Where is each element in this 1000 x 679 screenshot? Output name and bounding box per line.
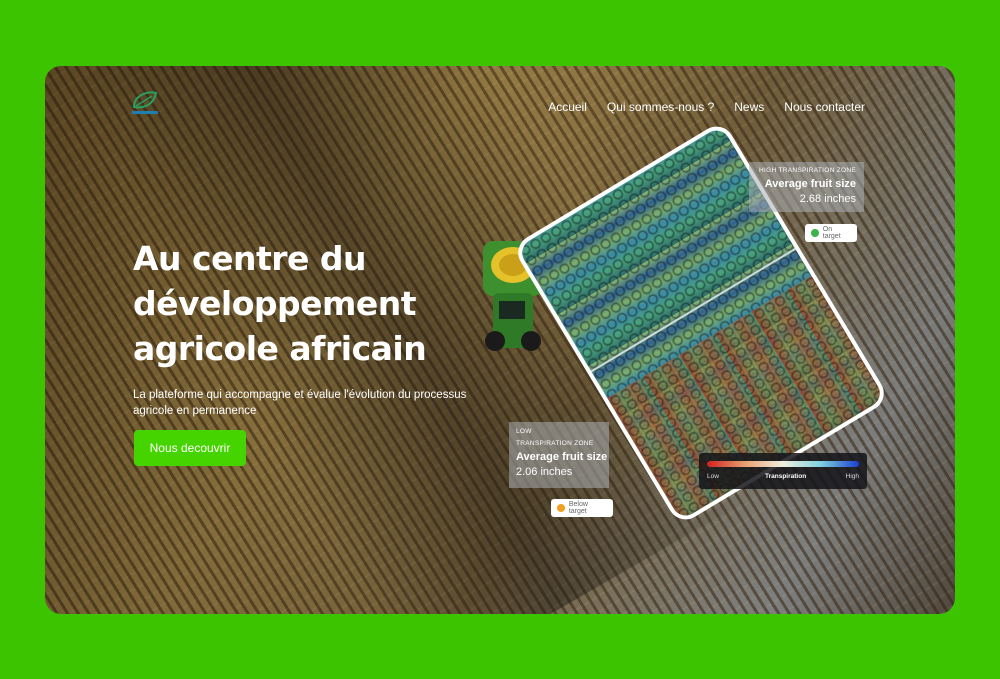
leaf-logo-icon[interactable] <box>128 87 162 117</box>
hero-subtitle: La plateforme qui accompagne et évalue l… <box>133 389 467 417</box>
nav-item-news[interactable]: News <box>734 100 764 114</box>
legend-gradient-bar <box>707 461 859 467</box>
low-transpiration-tag: LOW TRANSPIRATION ZONE Average fruit siz… <box>509 422 609 488</box>
low-zone-metric: Average fruit size <box>516 451 608 463</box>
legend-low-label: Low <box>707 473 719 480</box>
check-circle-icon <box>811 229 819 237</box>
low-zone-value: 2.06 inches <box>516 466 573 478</box>
high-zone-metric: Average fruit size <box>764 178 856 190</box>
high-zone-value: 2.68 inches <box>799 193 856 205</box>
high-zone-label: HIGH TRANSPIRATION ZONE <box>759 167 856 174</box>
below-target-label: Below target <box>568 501 588 515</box>
legend-title: Transpiration <box>765 473 807 480</box>
main-nav: Accueil Qui sommes-nous ? News Nous cont… <box>548 100 865 114</box>
nav-item-qui-sommes-nous[interactable]: Qui sommes-nous ? <box>607 100 714 114</box>
transpiration-legend: Low Transpiration High <box>699 453 867 489</box>
on-target-label: On target <box>822 226 841 240</box>
nav-item-nous-contacter[interactable]: Nous contacter <box>784 100 865 114</box>
nav-item-accueil[interactable]: Accueil <box>548 100 587 114</box>
on-target-badge: On target <box>805 224 857 242</box>
hero-card: Accueil Qui sommes-nous ? News Nous cont… <box>45 66 955 614</box>
low-zone-label-1: LOW <box>516 428 532 435</box>
high-transpiration-tag: HIGH TRANSPIRATION ZONE Average fruit si… <box>749 162 864 212</box>
legend-high-label: High <box>845 473 859 480</box>
warning-dot-icon <box>557 504 565 512</box>
low-zone-label-2: TRANSPIRATION ZONE <box>516 440 594 447</box>
below-target-badge: Below target <box>551 499 613 517</box>
discover-button[interactable]: Nous decouvrir <box>134 430 246 466</box>
